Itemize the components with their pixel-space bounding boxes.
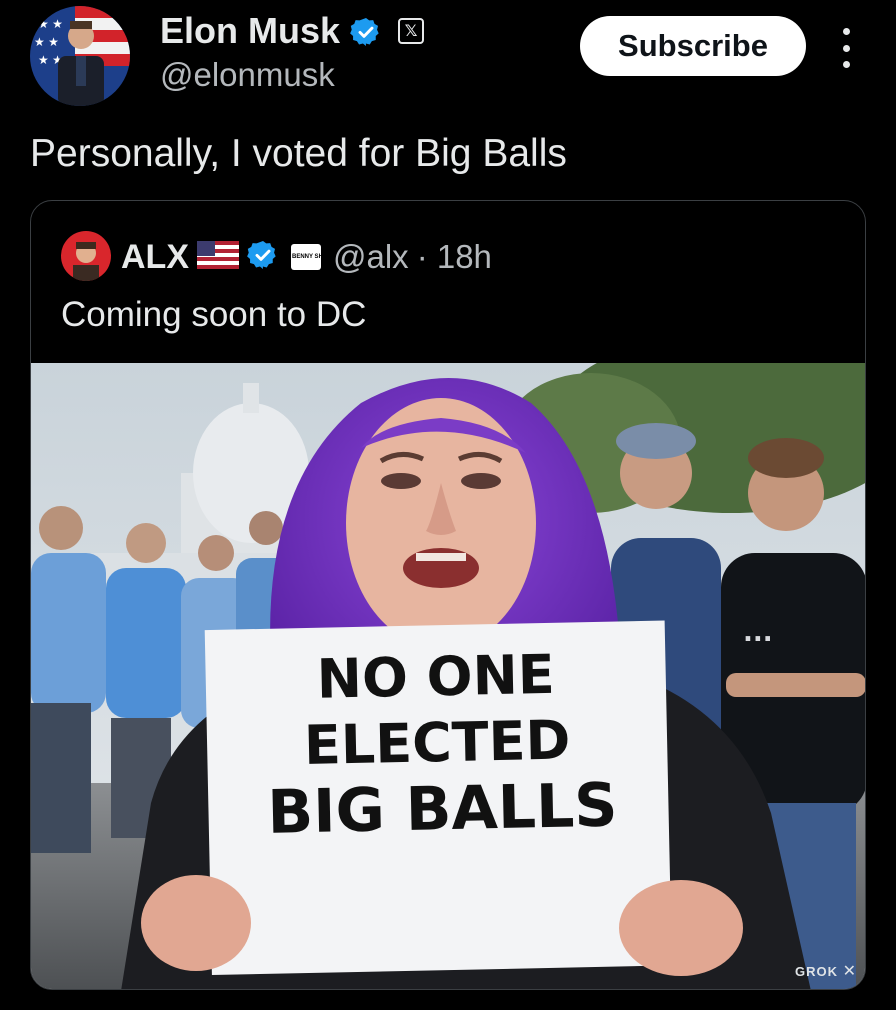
- grok-logo-icon: ✕: [842, 963, 857, 980]
- verified-badge-icon: [247, 239, 279, 276]
- quoted-post-header: ALX BENNY SHOW @alx · 18h: [121, 235, 492, 279]
- author-handle[interactable]: @elonmusk: [160, 56, 335, 94]
- x-affiliate-icon: 𝕏: [398, 18, 425, 44]
- svg-text:★ ★: ★ ★: [34, 35, 59, 49]
- author-name[interactable]: Elon Musk: [160, 10, 340, 52]
- sign-line-2: ELECTED: [303, 708, 571, 777]
- svg-text:★ ★: ★ ★: [38, 17, 63, 31]
- sign-line-1: NO ONE: [316, 643, 555, 711]
- shirt-text: ...: [743, 618, 773, 648]
- author-avatar[interactable]: ★ ★ ★ ★ ★ ★: [30, 6, 130, 106]
- us-flag-icon: [197, 240, 239, 274]
- quoted-post-text: Coming soon to DC: [61, 295, 367, 334]
- quoted-post-time[interactable]: · 18h: [417, 238, 492, 276]
- quoted-post-card[interactable]: ALX BENNY SHOW @alx · 18h Coming soon to…: [30, 200, 866, 990]
- sign-line-3: BIG BALLS: [267, 771, 618, 848]
- grok-watermark: GROK ✕: [794, 963, 857, 980]
- verified-badge-icon: [350, 15, 382, 47]
- subscribe-button[interactable]: Subscribe: [580, 16, 806, 76]
- affiliate-badge-icon: BENNY SHOW: [291, 244, 333, 270]
- author-name-row: Elon Musk 𝕏: [160, 10, 425, 52]
- quoted-author-handle[interactable]: @alx: [333, 238, 409, 276]
- quoted-author-name[interactable]: ALX: [121, 238, 189, 277]
- quoted-author-avatar[interactable]: [61, 231, 111, 281]
- more-options-icon[interactable]: [835, 28, 857, 68]
- post-text: Personally, I voted for Big Balls: [30, 132, 567, 175]
- quoted-post-image[interactable]: ... NO ONE ELECTED BIG BALLS GROK ✕: [31, 363, 865, 989]
